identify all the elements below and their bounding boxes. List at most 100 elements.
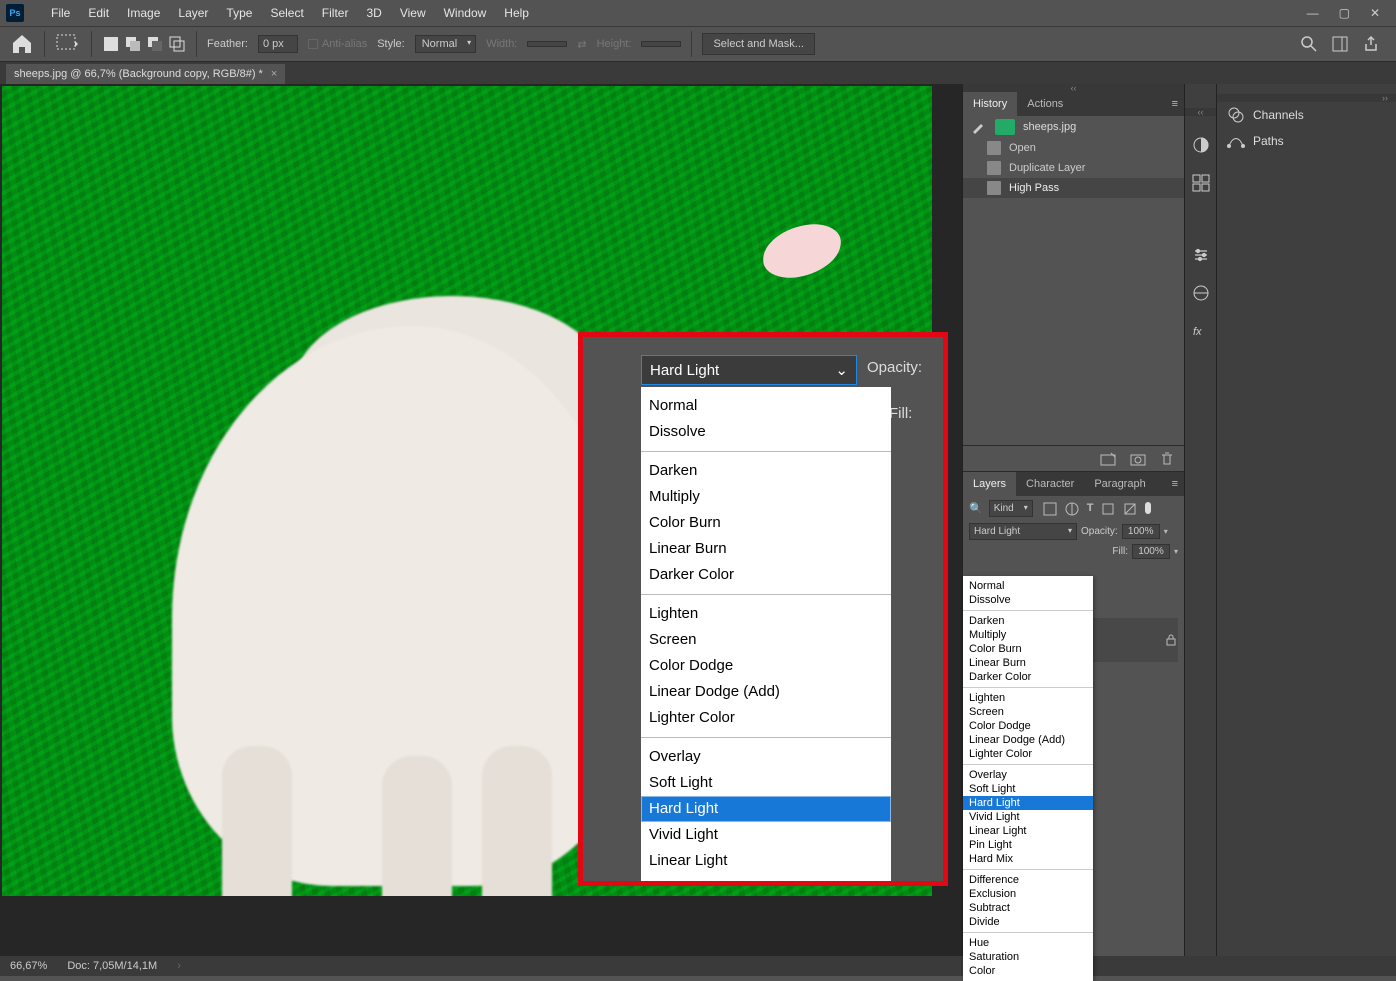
layer-row[interactable]: [1093, 574, 1178, 618]
blend-option[interactable]: Hard Light: [641, 796, 891, 822]
blend-option[interactable]: Linear Light: [641, 848, 891, 874]
blend-option[interactable]: Linear Burn: [963, 656, 1093, 670]
blend-option[interactable]: Darken: [963, 614, 1093, 628]
blend-option[interactable]: Linear Dodge (Add): [641, 679, 891, 705]
callout-blend-list[interactable]: NormalDissolveDarkenMultiplyColor BurnLi…: [641, 387, 891, 881]
menu-edit[interactable]: Edit: [79, 0, 118, 26]
blend-option[interactable]: Color Dodge: [641, 653, 891, 679]
tab-history[interactable]: History: [963, 92, 1017, 116]
subtract-selection-icon[interactable]: [146, 35, 164, 53]
blend-option[interactable]: Overlay: [963, 768, 1093, 782]
blend-option[interactable]: Difference: [963, 873, 1093, 887]
tab-paragraph[interactable]: Paragraph: [1084, 472, 1155, 496]
blend-option[interactable]: Divide: [963, 915, 1093, 929]
zoom-level[interactable]: 66,67%: [10, 960, 47, 972]
blend-option[interactable]: Soft Light: [641, 770, 891, 796]
new-snapshot-icon[interactable]: [1100, 452, 1116, 466]
blend-option[interactable]: Dissolve: [963, 593, 1093, 607]
chevron-down-icon[interactable]: ▾: [1164, 527, 1168, 536]
channels-tab[interactable]: Channels: [1217, 102, 1396, 128]
add-selection-icon[interactable]: [124, 35, 142, 53]
blend-option[interactable]: Normal: [963, 579, 1093, 593]
filter-toggle-icon[interactable]: [1145, 502, 1151, 514]
blend-option[interactable]: Multiply: [641, 484, 891, 510]
document-tab[interactable]: sheeps.jpg @ 66,7% (Background copy, RGB…: [6, 64, 285, 84]
menu-layer[interactable]: Layer: [169, 0, 217, 26]
blend-option[interactable]: Lighter Color: [641, 705, 891, 731]
blend-option[interactable]: Overlay: [641, 744, 891, 770]
select-and-mask-button[interactable]: Select and Mask...: [702, 33, 815, 55]
doc-size[interactable]: Doc: 7,05M/14,1M: [67, 960, 157, 972]
home-icon[interactable]: [10, 32, 34, 56]
history-step[interactable]: Open: [963, 138, 1184, 158]
share-icon[interactable]: [1362, 35, 1380, 53]
blend-option[interactable]: Dissolve: [641, 419, 891, 445]
blend-option[interactable]: Darker Color: [641, 562, 891, 588]
menu-type[interactable]: Type: [217, 0, 261, 26]
trash-icon[interactable]: [1160, 452, 1174, 466]
blend-option[interactable]: Screen: [963, 705, 1093, 719]
blend-option[interactable]: Screen: [641, 627, 891, 653]
swatches-icon[interactable]: [1192, 174, 1210, 192]
blend-option[interactable]: Multiply: [963, 628, 1093, 642]
history-document-row[interactable]: sheeps.jpg: [963, 116, 1184, 138]
filter-pixel-icon[interactable]: [1043, 502, 1057, 516]
menu-image[interactable]: Image: [118, 0, 169, 26]
panel-menu-icon[interactable]: ≡: [1166, 478, 1184, 490]
collapse-arrow-icon[interactable]: ‹‹: [1185, 108, 1216, 116]
workspace-switcher-icon[interactable]: [1332, 36, 1348, 52]
layer-kind-select[interactable]: Kind: [989, 500, 1033, 517]
layer-row[interactable]: [1093, 618, 1178, 662]
blend-option[interactable]: Color Burn: [963, 642, 1093, 656]
menu-filter[interactable]: Filter: [313, 0, 358, 26]
marquee-tool-icon[interactable]: [55, 33, 81, 55]
blend-option[interactable]: Darker Color: [963, 670, 1093, 684]
tab-character[interactable]: Character: [1016, 472, 1084, 496]
history-step[interactable]: Duplicate Layer: [963, 158, 1184, 178]
blend-option[interactable]: Lighten: [641, 601, 891, 627]
collapse-arrow-icon[interactable]: ››: [1217, 94, 1396, 102]
blend-option[interactable]: Vivid Light: [963, 810, 1093, 824]
blend-option[interactable]: Color Dodge: [963, 719, 1093, 733]
callout-blend-select[interactable]: Hard Light ⌄: [641, 355, 857, 385]
blend-option[interactable]: Subtract: [963, 901, 1093, 915]
menu-view[interactable]: View: [391, 0, 435, 26]
blend-option[interactable]: Lighter Color: [963, 747, 1093, 761]
menu-help[interactable]: Help: [495, 0, 538, 26]
fill-value[interactable]: 100%: [1132, 544, 1170, 559]
paths-tab[interactable]: Paths: [1217, 128, 1396, 154]
blend-option[interactable]: Linear Dodge (Add): [963, 733, 1093, 747]
blend-option[interactable]: Hard Light: [963, 796, 1093, 810]
style-select[interactable]: Normal ▾: [415, 35, 476, 53]
blend-option[interactable]: Vivid Light: [641, 822, 891, 848]
maximize-button[interactable]: ▢: [1339, 6, 1350, 20]
feather-input[interactable]: 0 px: [258, 35, 298, 53]
panel-menu-icon[interactable]: ≡: [1166, 98, 1184, 110]
opacity-value[interactable]: 100%: [1122, 524, 1160, 539]
blend-option[interactable]: Soft Light: [963, 782, 1093, 796]
blend-option[interactable]: Color Burn: [641, 510, 891, 536]
collapse-arrow-icon[interactable]: ‹‹: [963, 84, 1184, 92]
filter-adjustment-icon[interactable]: [1065, 502, 1079, 516]
blend-option[interactable]: Hard Mix: [963, 852, 1093, 866]
document-tab-close[interactable]: ×: [271, 68, 277, 80]
filter-smart-icon[interactable]: [1123, 502, 1137, 516]
adjustments-icon[interactable]: [1192, 246, 1210, 264]
filter-shape-icon[interactable]: [1101, 502, 1115, 516]
menu-select[interactable]: Select: [261, 0, 312, 26]
layer-blend-dropdown[interactable]: NormalDissolveDarkenMultiplyColor BurnLi…: [963, 576, 1093, 981]
intersect-selection-icon[interactable]: [168, 35, 186, 53]
menu-file[interactable]: File: [42, 0, 79, 26]
menu-window[interactable]: Window: [435, 0, 496, 26]
blend-option[interactable]: Pin Light: [963, 838, 1093, 852]
color-icon[interactable]: [1192, 136, 1210, 154]
blend-option[interactable]: Linear Light: [963, 824, 1093, 838]
history-step[interactable]: High Pass: [963, 178, 1184, 198]
blend-option[interactable]: Exclusion: [963, 887, 1093, 901]
blend-option[interactable]: Normal: [641, 393, 891, 419]
minimize-button[interactable]: —: [1307, 6, 1319, 20]
chevron-down-icon[interactable]: ▾: [1174, 547, 1178, 556]
blend-option[interactable]: Linear Burn: [641, 536, 891, 562]
tab-actions[interactable]: Actions: [1017, 92, 1073, 116]
search-icon[interactable]: [1300, 35, 1318, 53]
